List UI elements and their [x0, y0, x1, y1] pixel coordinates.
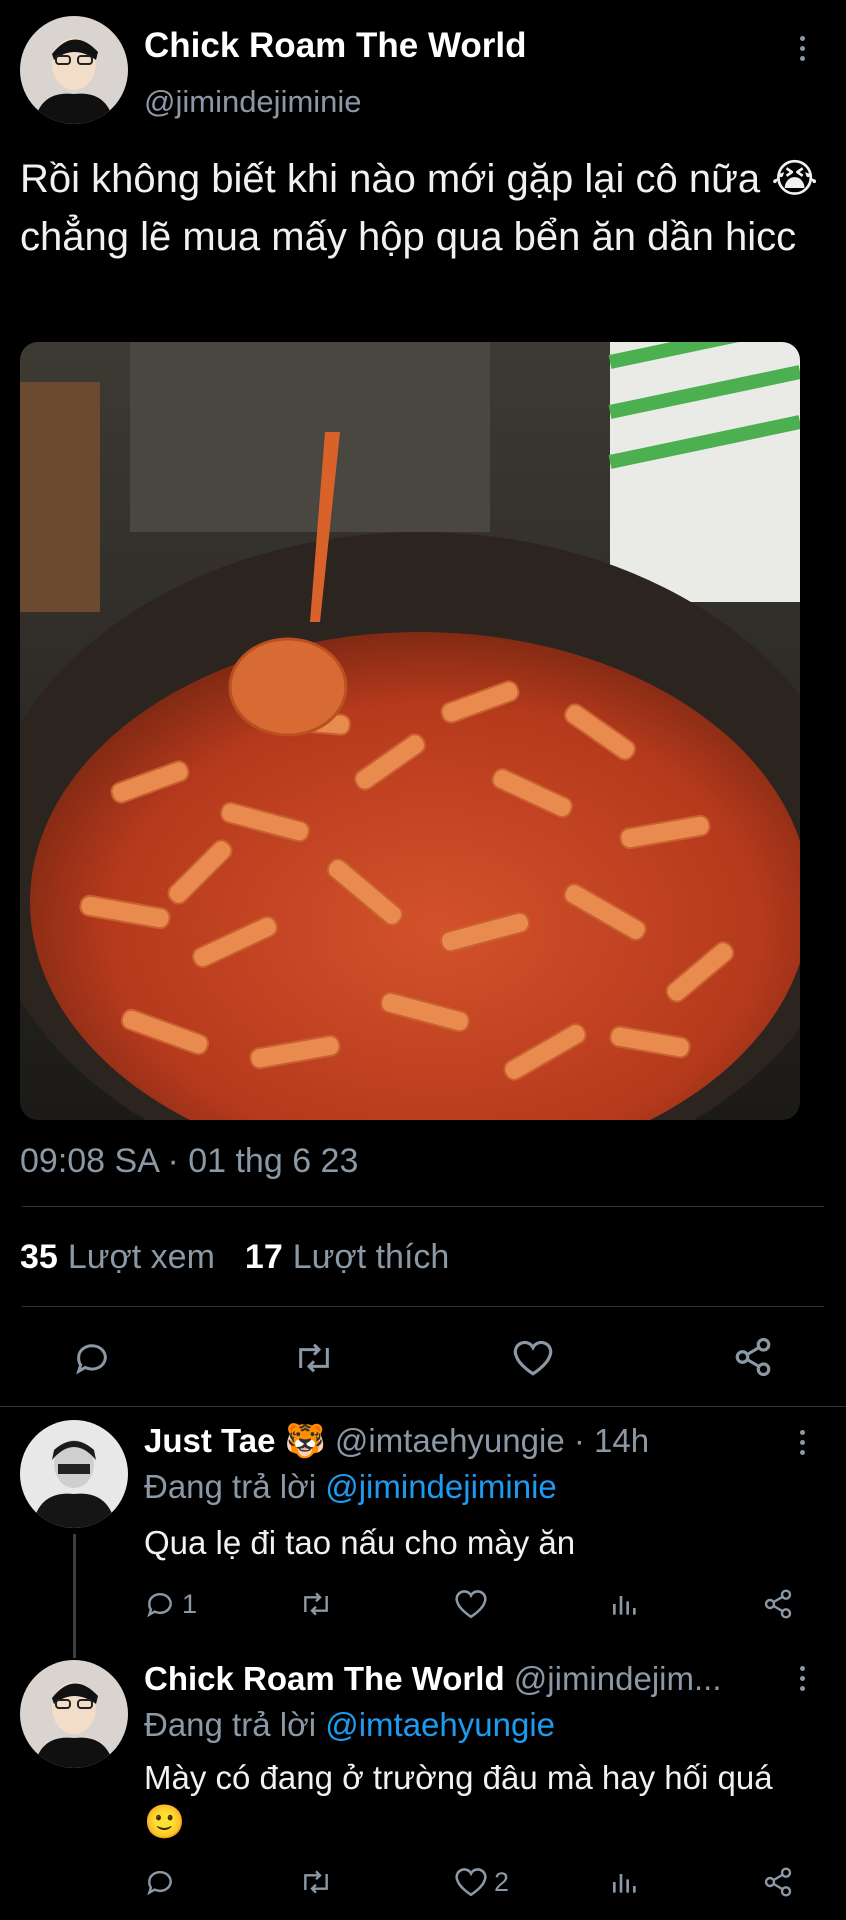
like-action[interactable]	[454, 1588, 494, 1620]
like-count: 2	[494, 1866, 510, 1897]
reply-icon[interactable]	[72, 1338, 112, 1378]
like-icon[interactable]	[512, 1338, 554, 1378]
reply-author-name[interactable]: Just Tae 🐯	[144, 1422, 326, 1459]
reply-action[interactable]: 1	[144, 1588, 197, 1620]
reply-icon	[144, 1588, 176, 1620]
reply-handle[interactable]: @jimindejim...	[514, 1660, 722, 1697]
like-action[interactable]: 2	[454, 1866, 509, 1898]
likes-count[interactable]: 17	[245, 1238, 283, 1277]
likes-label[interactable]: Lượt thích	[293, 1238, 450, 1277]
replying-mention[interactable]: @jimindejiminie	[325, 1468, 557, 1505]
retweet-icon[interactable]	[292, 1338, 336, 1378]
reply-handle[interactable]: @imtaehyungie	[335, 1422, 565, 1459]
views-count: 35	[20, 1238, 58, 1276]
like-icon	[454, 1866, 488, 1898]
reply-text: Mày có đang ở trường đâu mà hay hối quá …	[144, 1759, 773, 1840]
reply-action[interactable]	[144, 1866, 182, 1898]
like-icon	[454, 1588, 488, 1620]
more-options-icon[interactable]	[799, 36, 805, 61]
author-name[interactable]: Chick Roam The World	[144, 26, 526, 66]
reply-header: Just Tae 🐯 @imtaehyungie · 14h	[144, 1422, 649, 1461]
divider	[22, 1306, 824, 1307]
views-label: Lượt xem	[67, 1238, 215, 1276]
more-options-icon[interactable]	[799, 1666, 805, 1691]
analytics-icon[interactable]	[610, 1588, 640, 1620]
replying-mention[interactable]: @imtaehyungie	[325, 1706, 555, 1743]
tweet-text: Rồi không biết khi nào mới gặp lại cô nữ…	[20, 157, 818, 259]
share-icon[interactable]	[732, 1336, 774, 1378]
thread-line	[73, 1534, 76, 1658]
author-avatar[interactable]	[20, 16, 128, 124]
tweet-stats: 35 Lượt xem 17 Lượt thích	[20, 1238, 449, 1277]
tweet-photo[interactable]	[20, 342, 800, 1120]
reply-avatar[interactable]	[20, 1660, 128, 1768]
share-icon[interactable]	[762, 1588, 794, 1620]
reply-author-name[interactable]: Chick Roam The World	[144, 1660, 505, 1697]
replying-prefix: Đang trả lời	[144, 1706, 317, 1743]
divider	[22, 1206, 824, 1207]
retweet-icon[interactable]	[298, 1588, 334, 1620]
analytics-icon[interactable]	[610, 1866, 640, 1898]
reply-text: Qua lẹ đi tao nấu cho mày ăn	[144, 1524, 576, 1561]
replying-prefix: Đang trả lời	[144, 1468, 317, 1505]
reply-icon	[144, 1866, 176, 1898]
reply-avatar[interactable]	[20, 1420, 128, 1528]
tweet-timestamp[interactable]: 09:08 SA · 01 thg 6 23	[20, 1142, 358, 1181]
replying-to: Đang trả lời @jimindejiminie	[144, 1468, 557, 1506]
retweet-icon[interactable]	[298, 1866, 334, 1898]
reply-time[interactable]: · 14h	[574, 1422, 649, 1459]
more-options-icon[interactable]	[799, 1430, 805, 1455]
divider	[0, 1406, 846, 1407]
author-handle[interactable]: @jimindejiminie	[144, 84, 362, 120]
reply-header: Chick Roam The World @jimindejim...	[144, 1660, 721, 1698]
replying-to: Đang trả lời @imtaehyungie	[144, 1706, 555, 1744]
share-icon[interactable]	[762, 1866, 794, 1898]
reply-count: 1	[182, 1588, 198, 1619]
